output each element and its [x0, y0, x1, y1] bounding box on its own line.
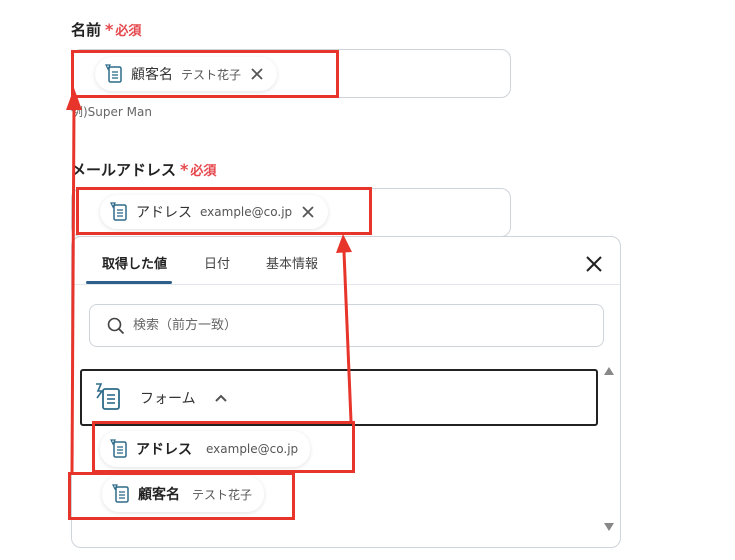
required-badge: * 必須	[105, 20, 141, 39]
chevron-up-icon[interactable]	[214, 393, 228, 403]
highlight-box-email-chip	[76, 187, 372, 235]
highlight-box-name-chip	[71, 50, 339, 98]
asterisk-icon: *	[180, 159, 189, 179]
search-icon	[107, 317, 125, 334]
form-section-header[interactable]: フォーム	[80, 369, 598, 426]
search-box	[89, 304, 604, 347]
scroll-down-arrow-icon[interactable]	[604, 523, 614, 531]
asterisk-icon: *	[105, 19, 114, 39]
scrollbar[interactable]	[602, 367, 616, 533]
tab-date[interactable]: 日付	[204, 253, 230, 272]
highlight-box-address-item	[92, 421, 355, 473]
picker-tabs: 取得した値 日付 基本情報	[72, 237, 620, 285]
search-input[interactable]	[133, 318, 573, 333]
email-field-label: メールアドレス * 必須	[71, 159, 216, 180]
scroll-up-arrow-icon[interactable]	[604, 367, 614, 375]
close-icon[interactable]	[584, 254, 604, 274]
form-trigger-icon	[96, 382, 120, 410]
name-label-text: 名前	[71, 21, 102, 39]
highlight-box-customer-item	[68, 472, 295, 520]
email-label-text: メールアドレス	[71, 161, 177, 179]
required-badge: * 必須	[180, 160, 216, 179]
required-text: 必須	[115, 24, 142, 39]
name-field-label: 名前 * 必須	[71, 19, 141, 40]
active-tab-indicator	[86, 281, 172, 284]
required-text: 必須	[190, 164, 217, 179]
section-title: フォーム	[140, 390, 196, 407]
tab-basic-info[interactable]: 基本情報	[266, 253, 318, 272]
name-hint: 例)Super Man	[71, 105, 152, 119]
tab-acquired-values[interactable]: 取得した値	[102, 253, 167, 272]
